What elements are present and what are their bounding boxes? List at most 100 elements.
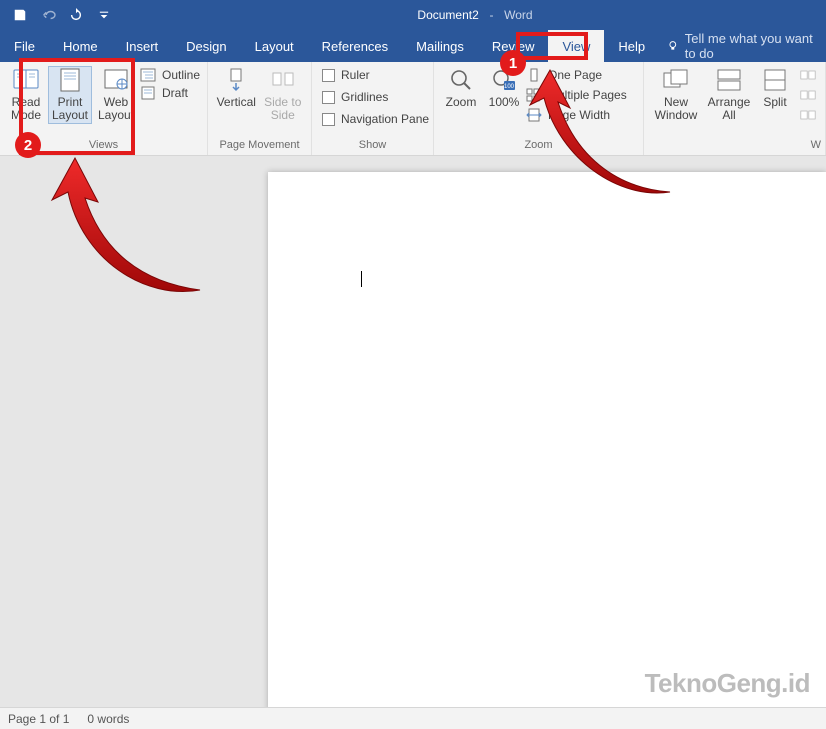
status-page[interactable]: Page 1 of 1 (8, 712, 69, 726)
print-layout-button[interactable]: Print Layout (48, 66, 92, 124)
group-pagemove-label: Page Movement (208, 139, 311, 155)
ruler-checkbox[interactable]: Ruler (322, 68, 429, 82)
tab-layout[interactable]: Layout (241, 30, 308, 62)
navigation-pane-label: Navigation Pane (341, 112, 429, 126)
draft-button[interactable]: Draft (140, 86, 200, 100)
document-page[interactable] (268, 172, 826, 707)
tab-mailings[interactable]: Mailings (402, 30, 478, 62)
svg-text:100: 100 (504, 84, 515, 90)
tab-insert[interactable]: Insert (112, 30, 173, 62)
gridlines-checkbox[interactable]: Gridlines (322, 90, 429, 104)
quick-access-toolbar (0, 7, 124, 23)
qat-customize-icon[interactable] (96, 7, 112, 23)
status-bar: Page 1 of 1 0 words (0, 707, 826, 729)
window-title: Document2 - Word (124, 8, 826, 22)
read-mode-button[interactable]: Read Mode (6, 66, 46, 124)
one-page-icon (526, 68, 542, 82)
group-window: New Window Arrange All Split W (644, 62, 826, 155)
group-views: Read Mode Print Layout Web Layout Outlin… (0, 62, 208, 155)
web-layout-icon (102, 68, 130, 92)
tab-home[interactable]: Home (49, 30, 112, 62)
zoom-button[interactable]: Zoom (440, 66, 482, 111)
title-separator: - (486, 8, 497, 22)
group-window-label: W (644, 139, 825, 155)
checkbox-icon (322, 113, 335, 126)
group-zoom-label: Zoom (434, 139, 643, 155)
gridlines-label: Gridlines (341, 90, 388, 104)
split-icon (761, 68, 789, 92)
reset-window-icon[interactable] (800, 108, 816, 122)
checkbox-icon (322, 69, 335, 82)
split-label: Split (763, 96, 786, 109)
vertical-label: Vertical (217, 96, 256, 109)
tab-references[interactable]: References (308, 30, 402, 62)
tell-me-box[interactable]: Tell me what you want to do (659, 30, 826, 62)
tab-help[interactable]: Help (604, 30, 659, 62)
new-window-icon (662, 68, 690, 92)
tab-view[interactable]: View (548, 30, 604, 62)
vertical-button[interactable]: Vertical (214, 66, 259, 111)
multiple-pages-label: Multiple Pages (548, 88, 627, 102)
app-name: Word (504, 8, 532, 22)
save-icon[interactable] (12, 7, 28, 23)
watermark: TeknoGeng.id (645, 668, 810, 699)
tab-file[interactable]: File (0, 30, 49, 62)
web-layout-label: Web Layout (96, 96, 136, 122)
read-mode-icon (12, 68, 40, 92)
tab-design[interactable]: Design (172, 30, 240, 62)
zoom-100-button[interactable]: 100 100% (484, 66, 524, 111)
side-to-side-icon (269, 68, 297, 92)
split-button[interactable]: Split (756, 66, 794, 111)
document-area (0, 156, 826, 707)
group-show: Ruler Gridlines Navigation Pane Show (312, 62, 434, 155)
title-bar: Document2 - Word (0, 0, 826, 30)
magnifier-icon (447, 68, 475, 92)
undo-icon[interactable] (40, 7, 56, 23)
draft-label: Draft (162, 86, 188, 100)
outline-button[interactable]: Outline (140, 68, 200, 82)
vertical-icon (222, 68, 250, 92)
outline-label: Outline (162, 68, 200, 82)
multiple-pages-icon (526, 88, 542, 102)
one-page-button[interactable]: One Page (526, 68, 627, 82)
multiple-pages-button[interactable]: Multiple Pages (526, 88, 627, 102)
sync-scroll-icon[interactable] (800, 88, 816, 102)
arrange-all-button[interactable]: Arrange All (704, 66, 754, 124)
page-width-icon (526, 108, 542, 122)
page-width-button[interactable]: Page Width (526, 108, 627, 122)
read-mode-label: Read Mode (8, 96, 44, 122)
lightbulb-icon (667, 39, 679, 53)
status-words[interactable]: 0 words (87, 712, 129, 726)
tell-me-label: Tell me what you want to do (685, 31, 818, 61)
group-zoom: Zoom 100 100% One Page Multiple Pages Pa… (434, 62, 644, 155)
zoom-100-icon: 100 (490, 68, 518, 92)
ribbon-tabs: File Home Insert Design Layout Reference… (0, 30, 826, 62)
arrange-all-label: Arrange All (706, 96, 752, 122)
document-name: Document2 (417, 8, 478, 22)
zoom-100-label: 100% (489, 96, 520, 109)
group-views-label: Views (0, 139, 207, 155)
new-window-label: New Window (652, 96, 700, 122)
web-layout-button[interactable]: Web Layout (94, 66, 138, 124)
navigation-pane-checkbox[interactable]: Navigation Pane (322, 112, 429, 126)
group-page-movement: Vertical Side to Side Page Movement (208, 62, 312, 155)
print-layout-label: Print Layout (50, 96, 90, 122)
group-show-label: Show (312, 139, 433, 155)
draft-icon (140, 86, 156, 100)
ribbon: Read Mode Print Layout Web Layout Outlin… (0, 62, 826, 156)
ruler-label: Ruler (341, 68, 370, 82)
checkbox-icon (322, 91, 335, 104)
page-width-label: Page Width (548, 108, 610, 122)
text-cursor (361, 271, 362, 287)
view-side-by-side-icon[interactable] (800, 68, 816, 82)
arrange-all-icon (715, 68, 743, 92)
side-to-side-button[interactable]: Side to Side (261, 66, 306, 124)
side-to-side-label: Side to Side (263, 96, 304, 122)
new-window-button[interactable]: New Window (650, 66, 702, 124)
repeat-icon[interactable] (68, 7, 84, 23)
zoom-label: Zoom (446, 96, 477, 109)
tab-review[interactable]: Review (478, 30, 549, 62)
one-page-label: One Page (548, 68, 602, 82)
print-layout-icon (56, 68, 84, 92)
outline-icon (140, 68, 156, 82)
